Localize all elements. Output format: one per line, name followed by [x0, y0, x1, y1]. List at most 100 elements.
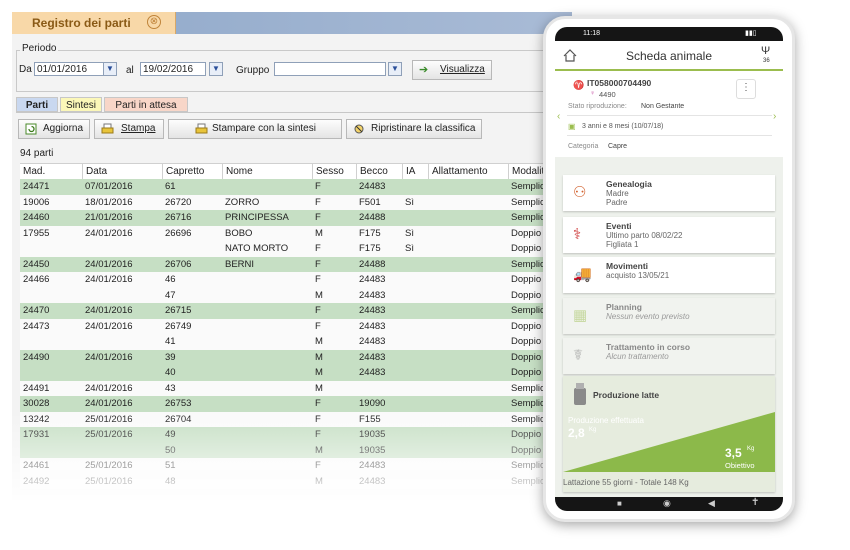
tab-parti[interactable]: Parti	[16, 97, 58, 112]
cell-ia: Sì	[405, 243, 414, 254]
menu-item-title: Movimenti	[606, 261, 649, 271]
back-nav-icon[interactable]: ◀	[708, 498, 715, 509]
cell-mad	[23, 443, 81, 458]
cell-nome	[225, 303, 313, 318]
table-row[interactable]: 40 M 24483 Doppio	[20, 365, 572, 381]
cell-mad: 24460	[23, 212, 50, 223]
milk-title: Produzione latte	[593, 390, 660, 400]
from-date-input[interactable]: 01/01/2016	[34, 62, 104, 76]
close-icon[interactable]: ⊗	[147, 15, 161, 29]
table-row[interactable]: 24450 24/01/2016 26706 BERNI F 24488 Semplic	[20, 256, 572, 272]
group-label: Gruppo	[236, 65, 270, 76]
menu-item-eventi[interactable]: ⚕ Eventi Ultimo parto 08/02/22 Figliata 1	[563, 217, 775, 253]
visualizza-button[interactable]: ➔ Visualizza	[412, 60, 492, 80]
table-row[interactable]: 24470 24/01/2016 26715 F 24483 Semplic	[20, 303, 572, 319]
repro-value: Non Gestante	[641, 103, 685, 110]
chevron-left-icon[interactable]: ‹	[557, 111, 560, 122]
col-capretto[interactable]: Capretto	[162, 164, 222, 179]
from-date-dropdown-icon[interactable]: ▼	[103, 62, 117, 76]
table-row[interactable]: 24461 25/01/2016 51 F 24483 Semplic	[20, 458, 572, 474]
cell-allattamento	[431, 412, 509, 427]
table-row[interactable]: 24492 25/01/2016 48 M 24483 Semplic	[20, 473, 572, 489]
cell-capretto: 46	[165, 274, 176, 285]
to-date-dropdown-icon[interactable]: ▼	[209, 62, 223, 76]
cell-allattamento	[431, 241, 509, 256]
cell-capretto	[165, 241, 223, 256]
menu-item-line2: Figliata 1	[606, 240, 639, 249]
menu-item-trattamento[interactable]: ☤ Trattamento in corso Alcun trattamento	[563, 338, 775, 374]
milk-footer: Lattazione 55 giorni - Totale 148 Kg	[563, 478, 689, 487]
menu-item-line1: Nessun evento previsto	[606, 312, 690, 321]
table-row[interactable]: 19006 18/01/2016 26720 ZORRO F F501 Sì Semplic	[20, 194, 572, 210]
table-row[interactable]: 13242 25/01/2016 26704 F F155 Semplic	[20, 411, 572, 427]
animal-id: IT058000704490	[587, 78, 652, 88]
home-nav-icon[interactable]: ◉	[663, 498, 671, 509]
table-row[interactable]: 50 M 19035 Doppio	[20, 442, 572, 458]
col-ia[interactable]: IA	[402, 164, 428, 179]
square-nav-icon[interactable]: ■	[617, 499, 622, 508]
cell-capretto: 41	[165, 336, 176, 347]
cell-ia	[405, 427, 429, 442]
cell-sesso: F	[315, 460, 321, 471]
cell-allattamento	[431, 474, 509, 489]
milk-production-card[interactable]: Produzione latte Produzione effettuata 2…	[563, 376, 775, 492]
cell-nome: PRINCIPESSA	[225, 212, 289, 223]
cell-sesso: F	[315, 320, 321, 332]
tab-parti-in-attesa[interactable]: Parti in attesa	[104, 97, 188, 112]
table-row[interactable]: 24491 24/01/2016 43 M Semplic	[20, 380, 572, 396]
category-value: Capre	[608, 143, 628, 150]
col-sesso[interactable]: Sesso	[312, 164, 356, 179]
table-row[interactable]: 30028 24/01/2016 26753 F 19090 Semplic	[20, 396, 572, 412]
stampa-button[interactable]: Stampa	[94, 119, 164, 139]
status-time: 11:18	[583, 30, 600, 37]
col-nome[interactable]: Nome	[222, 164, 312, 179]
table-row[interactable]: 24466 24/01/2016 46 F 24483 Doppio	[20, 272, 572, 288]
phone-screen: 11:18 ▮▮▯ Scheda animale Ψ 36 ‹ › ♈ IT05…	[555, 27, 783, 511]
cell-mad: 13242	[23, 413, 50, 425]
window-tab[interactable]: Registro dei parti ⊗	[12, 12, 176, 34]
table-row[interactable]: 24490 24/01/2016 39 M 24483 Doppio	[20, 349, 572, 365]
more-menu-icon[interactable]: ⋮	[736, 79, 756, 99]
alert-icon[interactable]: Ψ	[761, 45, 770, 57]
cell-mad: 19006	[23, 196, 50, 208]
table-row[interactable]: 17931 25/01/2016 49 F 19035 Doppio	[20, 427, 572, 443]
phone-mockup: 11:18 ▮▮▯ Scheda animale Ψ 36 ‹ › ♈ IT05…	[543, 16, 795, 522]
menu-item-planning[interactable]: ▦ Planning Nessun evento previsto	[563, 298, 775, 334]
cell-becco: 24483	[359, 351, 386, 363]
menu-item-line2: Padre	[606, 198, 628, 207]
table-row[interactable]: NATO MORTO F F175 Sì Doppio	[20, 241, 572, 257]
cell-ia	[405, 365, 429, 380]
table-row[interactable]: 41 M 24483 Doppio	[20, 334, 572, 350]
cell-sesso: F	[315, 398, 321, 409]
tab-sintesi[interactable]: Sintesi	[60, 97, 102, 112]
cell-nome	[225, 427, 313, 442]
group-dropdown-icon[interactable]: ▼	[388, 62, 402, 76]
table-row[interactable]: 24460 21/01/2016 26716 PRINCIPESSA F 24488 Sem…	[20, 210, 572, 226]
menu-item-movimenti[interactable]: 🚚 Movimenti acquisto 13/05/21	[563, 257, 775, 293]
col-data[interactable]: Data	[82, 164, 162, 179]
cell-mad: 30028	[23, 398, 50, 409]
ripristinare-button[interactable]: Ripristinare la classifica	[346, 119, 482, 139]
table-row[interactable]: 24473 24/01/2016 26749 F 24483 Doppio	[20, 318, 572, 334]
col-mad[interactable]: Mad.	[20, 164, 82, 179]
cell-mad: 24466	[23, 274, 50, 285]
effective-unit: Kg	[589, 427, 597, 433]
col-becco[interactable]: Becco	[356, 164, 402, 179]
to-date-input[interactable]: 19/02/2016	[140, 62, 206, 76]
table-row[interactable]: 24471 07/01/2016 61 F 24483 Semplic	[20, 179, 572, 195]
cell-sesso: F	[315, 413, 321, 425]
col-allattamento[interactable]: Allattamento	[428, 164, 508, 179]
stampa-sintesi-button[interactable]: Stampare con la sintesi	[168, 119, 342, 139]
cell-ia	[405, 334, 429, 349]
aggiorna-button[interactable]: Aggiorna	[18, 119, 90, 139]
menu-item-genealogia[interactable]: ⚇ Genealogia Madre Padre	[563, 175, 775, 211]
chevron-right-icon[interactable]: ›	[773, 111, 776, 122]
accessibility-nav-icon[interactable]: ✝	[751, 497, 759, 508]
events-icon: ⚕	[573, 226, 582, 243]
table-row[interactable]: 47 M 24483 Doppio	[20, 287, 572, 303]
cell-capretto: 26715	[165, 305, 192, 316]
group-select[interactable]	[274, 62, 386, 76]
cell-data	[85, 241, 163, 256]
cell-sesso: F	[315, 429, 321, 440]
table-row[interactable]: 17955 24/01/2016 26696 BOBO M F175 Sì Doppio	[20, 225, 572, 241]
